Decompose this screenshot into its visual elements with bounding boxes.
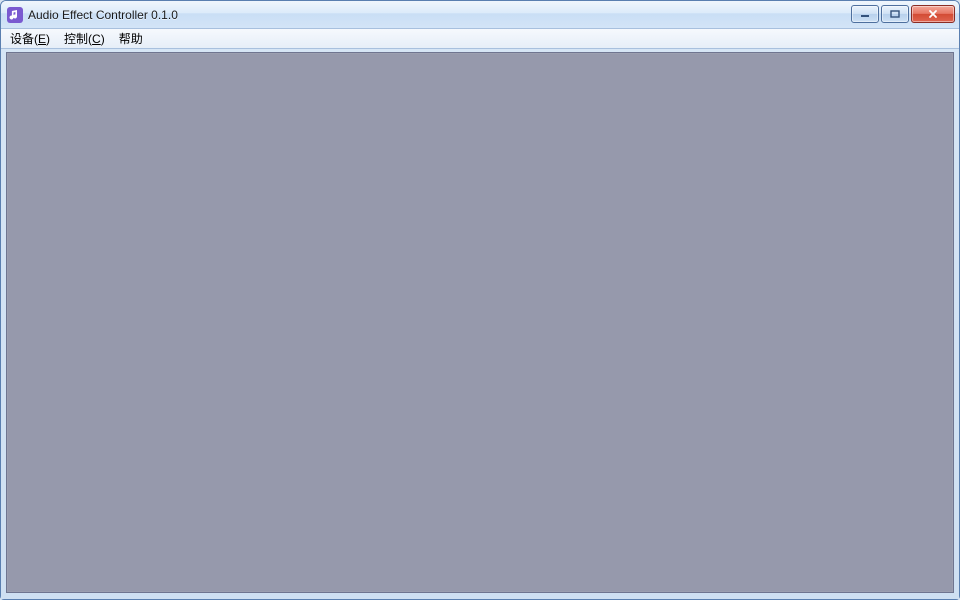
menu-label: 帮助 [119, 30, 143, 47]
close-button[interactable] [911, 5, 955, 23]
menu-help[interactable]: 帮助 [112, 29, 150, 48]
app-note-icon [7, 7, 23, 23]
app-window: Audio Effect Controller 0.1.0 设备(E) [0, 0, 960, 600]
window-title: Audio Effect Controller 0.1.0 [28, 8, 851, 22]
menu-mnemonic: (E) [34, 32, 50, 46]
content-frame [1, 49, 959, 599]
menu-device[interactable]: 设备(E) [3, 29, 57, 48]
close-icon [927, 9, 939, 19]
maximize-button[interactable] [881, 5, 909, 23]
maximize-icon [890, 10, 900, 18]
titlebar[interactable]: Audio Effect Controller 0.1.0 [1, 1, 959, 29]
minimize-button[interactable] [851, 5, 879, 23]
menu-label: 设备 [10, 30, 34, 47]
menu-label: 控制 [64, 30, 88, 47]
minimize-icon [860, 10, 870, 18]
menu-mnemonic: (C) [88, 32, 105, 46]
menubar: 设备(E) 控制(C) 帮助 [1, 29, 959, 49]
window-controls [851, 5, 955, 23]
content-area [6, 52, 954, 593]
menu-control[interactable]: 控制(C) [57, 29, 112, 48]
